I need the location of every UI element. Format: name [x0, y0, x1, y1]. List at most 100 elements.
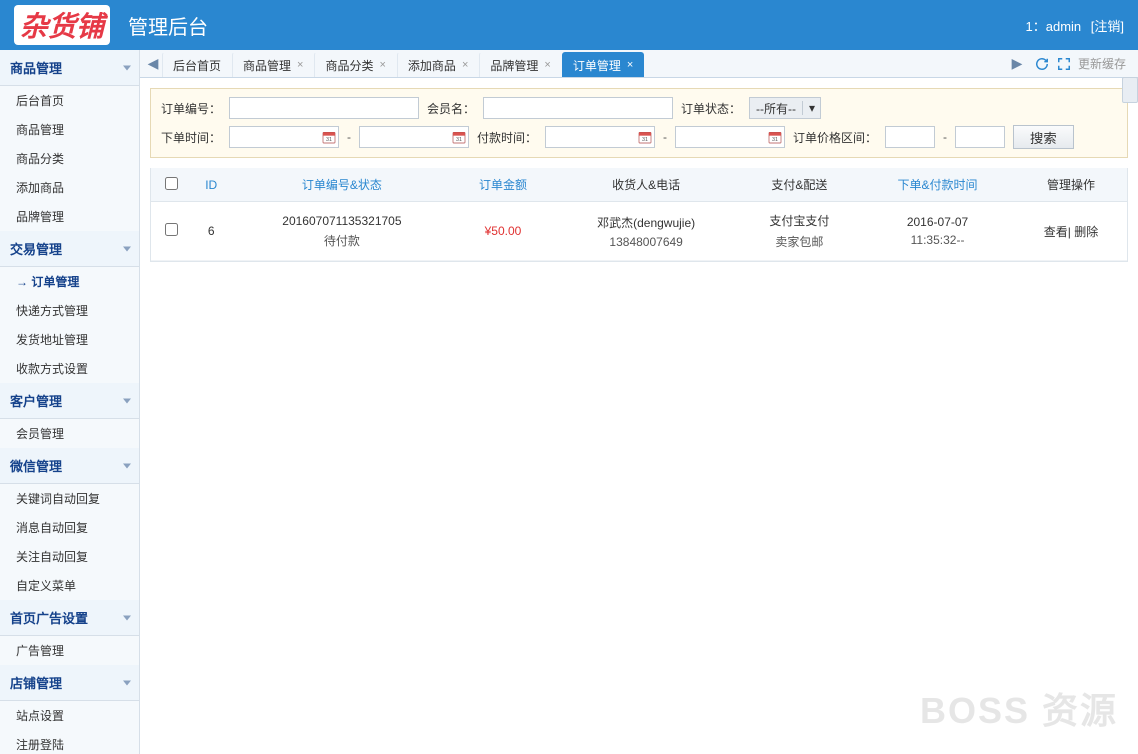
logo-text: 杂货铺: [14, 5, 110, 45]
tab-label: 订单管理: [573, 57, 621, 74]
svg-text:31: 31: [642, 137, 648, 143]
search-button[interactable]: 搜索: [1013, 125, 1074, 149]
main-area: ◀ 后台首页 商品管理 商品分类 添加商品 品牌管理 订单管理 ▶ 更新缓存 订单编号： …: [140, 50, 1138, 754]
refresh-icon[interactable]: [1034, 56, 1050, 72]
sidebar-item[interactable]: 品牌管理: [0, 202, 139, 231]
table-header-row: ID 订单编号&状态 订单金额 收货人&电话 支付&配送 下单&付款时间 管理操…: [151, 168, 1127, 202]
pay-time-start[interactable]: 31: [545, 126, 655, 148]
user-label: 1：admin: [1026, 19, 1082, 34]
sidebar-item[interactable]: 商品分类: [0, 144, 139, 173]
sidebar-item[interactable]: 添加商品: [0, 173, 139, 202]
col-payment: 支付&配送: [739, 168, 860, 202]
tab-label: 添加商品: [408, 57, 456, 74]
tab[interactable]: 商品分类: [314, 52, 396, 77]
select-status[interactable]: --所有-- ▾: [749, 97, 821, 119]
col-ops: 管理操作: [1015, 168, 1127, 202]
order-time-start-input[interactable]: [230, 127, 320, 147]
delete-link[interactable]: 删除: [1074, 225, 1098, 239]
pay-time-end-input[interactable]: [676, 127, 766, 147]
input-member[interactable]: [483, 97, 673, 119]
select-all-checkbox[interactable]: [165, 177, 178, 190]
order-time-end-input[interactable]: [360, 127, 450, 147]
tabs-bar: ◀ 后台首页 商品管理 商品分类 添加商品 品牌管理 订单管理 ▶ 更新缓存: [140, 50, 1138, 78]
sidebar-item[interactable]: 后台首页: [0, 86, 139, 115]
view-link[interactable]: 查看: [1044, 225, 1068, 239]
sidebar-item[interactable]: 订单管理: [0, 267, 139, 296]
close-icon[interactable]: [544, 59, 550, 71]
label-order-time: 下单时间：: [161, 129, 221, 146]
tab-label: 商品管理: [243, 57, 291, 74]
logout-link[interactable]: [注销]: [1091, 19, 1124, 34]
svg-text:31: 31: [326, 137, 332, 143]
svg-text:31: 31: [456, 137, 462, 143]
cell-time: 2016-07-0711:35:32--: [860, 202, 1015, 261]
sidebar-item[interactable]: 关键词自动回复: [0, 484, 139, 513]
sidebar-item[interactable]: 会员管理: [0, 419, 139, 448]
refresh-cache-link[interactable]: 更新缓存: [1078, 55, 1126, 72]
order-time-start[interactable]: 31: [229, 126, 339, 148]
sidebar-item[interactable]: 发货地址管理: [0, 325, 139, 354]
filter-panel: 订单编号： 会员名： 订单状态： --所有-- ▾ 下单时间： 31 -: [150, 88, 1128, 158]
sidebar-section-header[interactable]: 店铺管理: [0, 665, 139, 701]
header-right: 1：admin [注销]: [1026, 16, 1125, 35]
calendar-icon[interactable]: 31: [636, 127, 654, 147]
tab[interactable]: 订单管理: [562, 52, 644, 77]
tab-scroll-right[interactable]: ▶: [1008, 50, 1026, 77]
label-pay-time: 付款时间：: [477, 129, 537, 146]
sidebar-item[interactable]: 关注自动回复: [0, 542, 139, 571]
sidebar-item[interactable]: 自定义菜单: [0, 571, 139, 600]
col-id[interactable]: ID: [191, 168, 231, 202]
sidebar-section-header[interactable]: 交易管理: [0, 231, 139, 267]
table-row: 6201607071135321705待付款¥50.00邓武杰(dengwuji…: [151, 202, 1127, 261]
input-order-no[interactable]: [229, 97, 419, 119]
order-time-end[interactable]: 31: [359, 126, 469, 148]
tab-scroll-left[interactable]: ◀: [144, 50, 162, 77]
sidebar-section-header[interactable]: 客户管理: [0, 383, 139, 419]
label-price-range: 订单价格区间：: [793, 129, 877, 146]
calendar-icon[interactable]: 31: [320, 127, 338, 147]
sidebar-item[interactable]: 收款方式设置: [0, 354, 139, 383]
sidebar-section-header[interactable]: 首页广告设置: [0, 600, 139, 636]
sidebar: 商品管理后台首页商品管理商品分类添加商品品牌管理交易管理订单管理快递方式管理发货…: [0, 50, 140, 754]
close-icon[interactable]: [297, 59, 303, 71]
tab-label: 后台首页: [173, 57, 221, 74]
tab[interactable]: 商品管理: [232, 52, 314, 77]
header: 杂货铺 管理后台 1：admin [注销]: [0, 0, 1138, 50]
row-checkbox[interactable]: [165, 223, 178, 236]
select-status-value: --所有--: [750, 100, 802, 117]
tab-label: 品牌管理: [490, 57, 538, 74]
label-order-no: 订单编号：: [161, 100, 221, 117]
sidebar-section-header[interactable]: 微信管理: [0, 448, 139, 484]
calendar-icon[interactable]: 31: [766, 127, 784, 147]
label-member: 会员名：: [427, 100, 475, 117]
col-time[interactable]: 下单&付款时间: [860, 168, 1015, 202]
calendar-icon[interactable]: 31: [450, 127, 468, 147]
range-sep: -: [663, 130, 667, 144]
pay-time-end[interactable]: 31: [675, 126, 785, 148]
tabs-actions: 更新缓存: [1026, 50, 1134, 77]
label-status: 订单状态：: [681, 100, 741, 117]
sidebar-item[interactable]: 商品管理: [0, 115, 139, 144]
tab-label: 商品分类: [325, 57, 373, 74]
close-icon[interactable]: [627, 59, 633, 71]
sidebar-item[interactable]: 站点设置: [0, 701, 139, 730]
sidebar-item[interactable]: 消息自动回复: [0, 513, 139, 542]
tab[interactable]: 添加商品: [397, 52, 479, 77]
cell-id: 6: [191, 202, 231, 261]
fullscreen-icon[interactable]: [1056, 56, 1072, 72]
sidebar-section-header[interactable]: 商品管理: [0, 50, 139, 86]
sidebar-item[interactable]: 注册登陆: [0, 730, 139, 754]
col-order-status[interactable]: 订单编号&状态: [231, 168, 452, 202]
close-icon[interactable]: [379, 59, 385, 71]
col-amount[interactable]: 订单金额: [452, 168, 553, 202]
close-icon[interactable]: [462, 59, 468, 71]
tab[interactable]: 后台首页: [162, 52, 232, 77]
scrollbar-thumb[interactable]: [1122, 77, 1138, 103]
sidebar-item[interactable]: 快递方式管理: [0, 296, 139, 325]
tab[interactable]: 品牌管理: [479, 52, 561, 77]
price-min[interactable]: [885, 126, 935, 148]
pay-time-start-input[interactable]: [546, 127, 636, 147]
sidebar-item[interactable]: 广告管理: [0, 636, 139, 665]
cell-payment: 支付宝支付卖家包邮: [739, 202, 860, 261]
price-max[interactable]: [955, 126, 1005, 148]
